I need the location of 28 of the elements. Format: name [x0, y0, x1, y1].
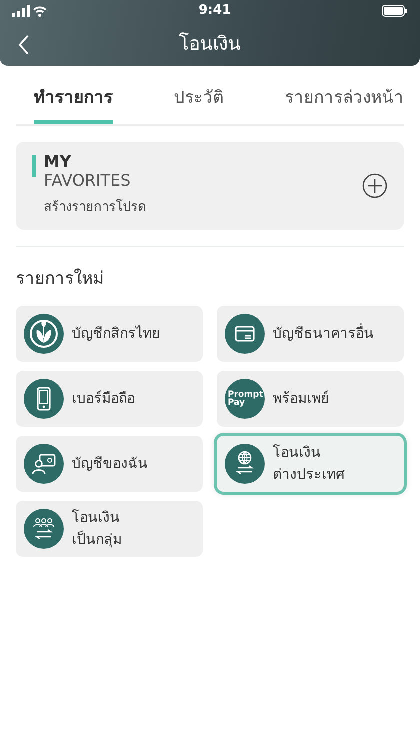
tab[interactable]: ประวัติ: [174, 82, 224, 124]
battery-icon: [382, 5, 408, 17]
tab[interactable]: ทำรายการ: [34, 82, 113, 124]
favorites-subtitle: สร้างรายการโปรด: [44, 198, 147, 218]
leaf-icon: [24, 314, 64, 354]
status-time: 9:41: [198, 2, 232, 20]
favorites-title: FAVORITES: [44, 170, 131, 190]
globe-transfer-icon: [225, 444, 265, 484]
transfer-option-button[interactable]: เบอร์มือถือ: [16, 371, 203, 427]
card-icon: [225, 314, 265, 354]
signal-icon: [12, 5, 48, 17]
person-card-icon: [24, 444, 64, 484]
add-button[interactable]: [362, 172, 388, 198]
tab[interactable]: รายการล่วงหน้า: [285, 82, 404, 124]
transfer-option-button[interactable]: โอนเงิน เป็นกลุ่ม: [16, 501, 203, 557]
transfer-option-button[interactable]: โอนเงิน ต่างประเทศ: [217, 436, 404, 492]
transfer-option-button[interactable]: Prompt Pay พร้อมเพย์: [217, 371, 404, 427]
transfer-option-button[interactable]: บัญชีของฉัน: [16, 436, 203, 492]
group-transfer-icon: [24, 509, 64, 549]
favorites-title: MY: [44, 153, 73, 171]
mobile-phone-icon: [24, 379, 64, 419]
transfer-option-button[interactable]: บัญชีกสิกรไทย: [16, 306, 203, 362]
accent-bar: [32, 155, 36, 178]
transfer-option-button[interactable]: บัญชีธนาคารอื่น: [217, 306, 404, 362]
section-title: รายการใหม่: [16, 268, 105, 290]
promptpay-icon: Prompt Pay: [225, 379, 265, 419]
favorites-card[interactable]: MY FAVORITES สร้างรายการโปรด: [16, 142, 404, 230]
page-title: โอนเงิน: [179, 32, 241, 57]
